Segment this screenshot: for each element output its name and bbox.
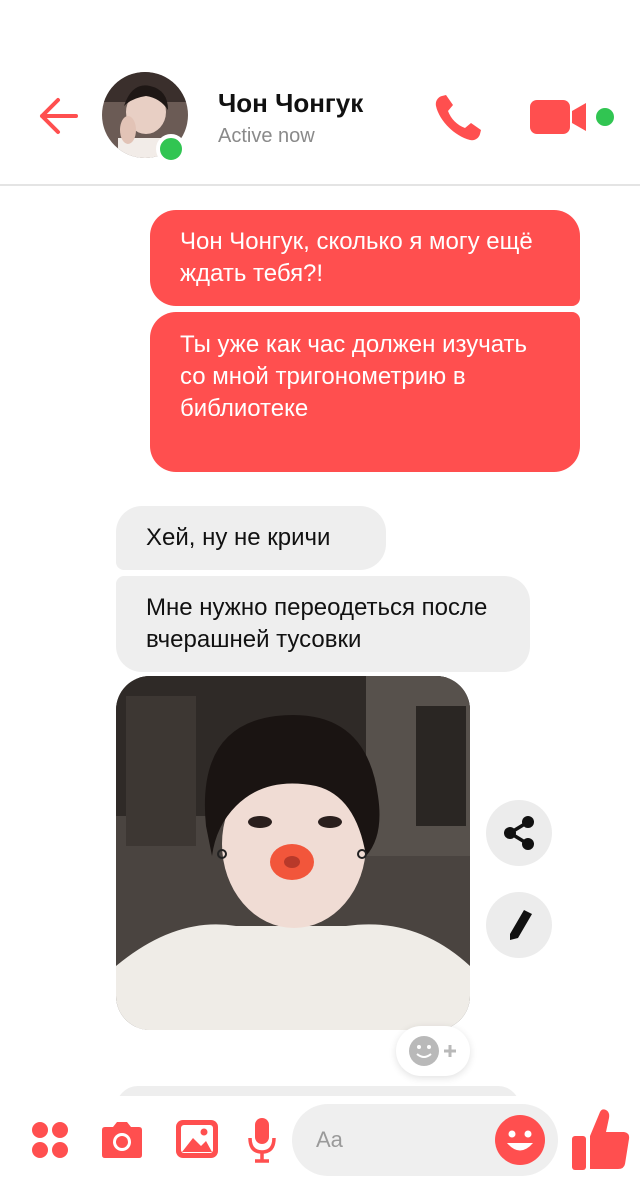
online-status-dot [156, 134, 186, 164]
outgoing-message[interactable]: Чон Чонгук, сколько я могу ещё ждать теб… [150, 210, 580, 306]
apps-icon[interactable] [30, 1120, 70, 1160]
pencil-icon [510, 910, 532, 940]
contact-name[interactable]: Чон Чонгук [218, 88, 363, 119]
incoming-message[interactable]: Мне нужно переодеться после вчерашней ту… [116, 576, 530, 672]
chat-header: Чон Чонгук Active now [0, 0, 640, 186]
phone-icon[interactable] [430, 90, 486, 146]
contact-status: Active now [218, 125, 315, 147]
microphone-icon[interactable] [246, 1116, 278, 1164]
share-button[interactable] [486, 800, 552, 866]
edit-button[interactable] [486, 892, 552, 958]
outgoing-message[interactable]: Ты уже как час должен изучать со мной тр… [150, 312, 580, 472]
image-icon[interactable] [174, 1118, 220, 1160]
share-icon [504, 816, 534, 850]
video-camera-icon[interactable] [528, 96, 592, 138]
add-reaction-icon [409, 1036, 456, 1066]
thumbs-up-icon[interactable] [570, 1106, 632, 1172]
back-arrow-icon[interactable] [36, 96, 80, 136]
photo-message[interactable] [116, 676, 470, 1030]
add-reaction-button[interactable] [396, 1026, 470, 1076]
video-status-dot [596, 108, 614, 126]
message-input[interactable] [316, 1122, 486, 1158]
incoming-message[interactable]: Хей, ну не кричи [116, 506, 386, 570]
emoji-icon[interactable] [494, 1114, 546, 1166]
camera-icon[interactable] [98, 1120, 146, 1160]
